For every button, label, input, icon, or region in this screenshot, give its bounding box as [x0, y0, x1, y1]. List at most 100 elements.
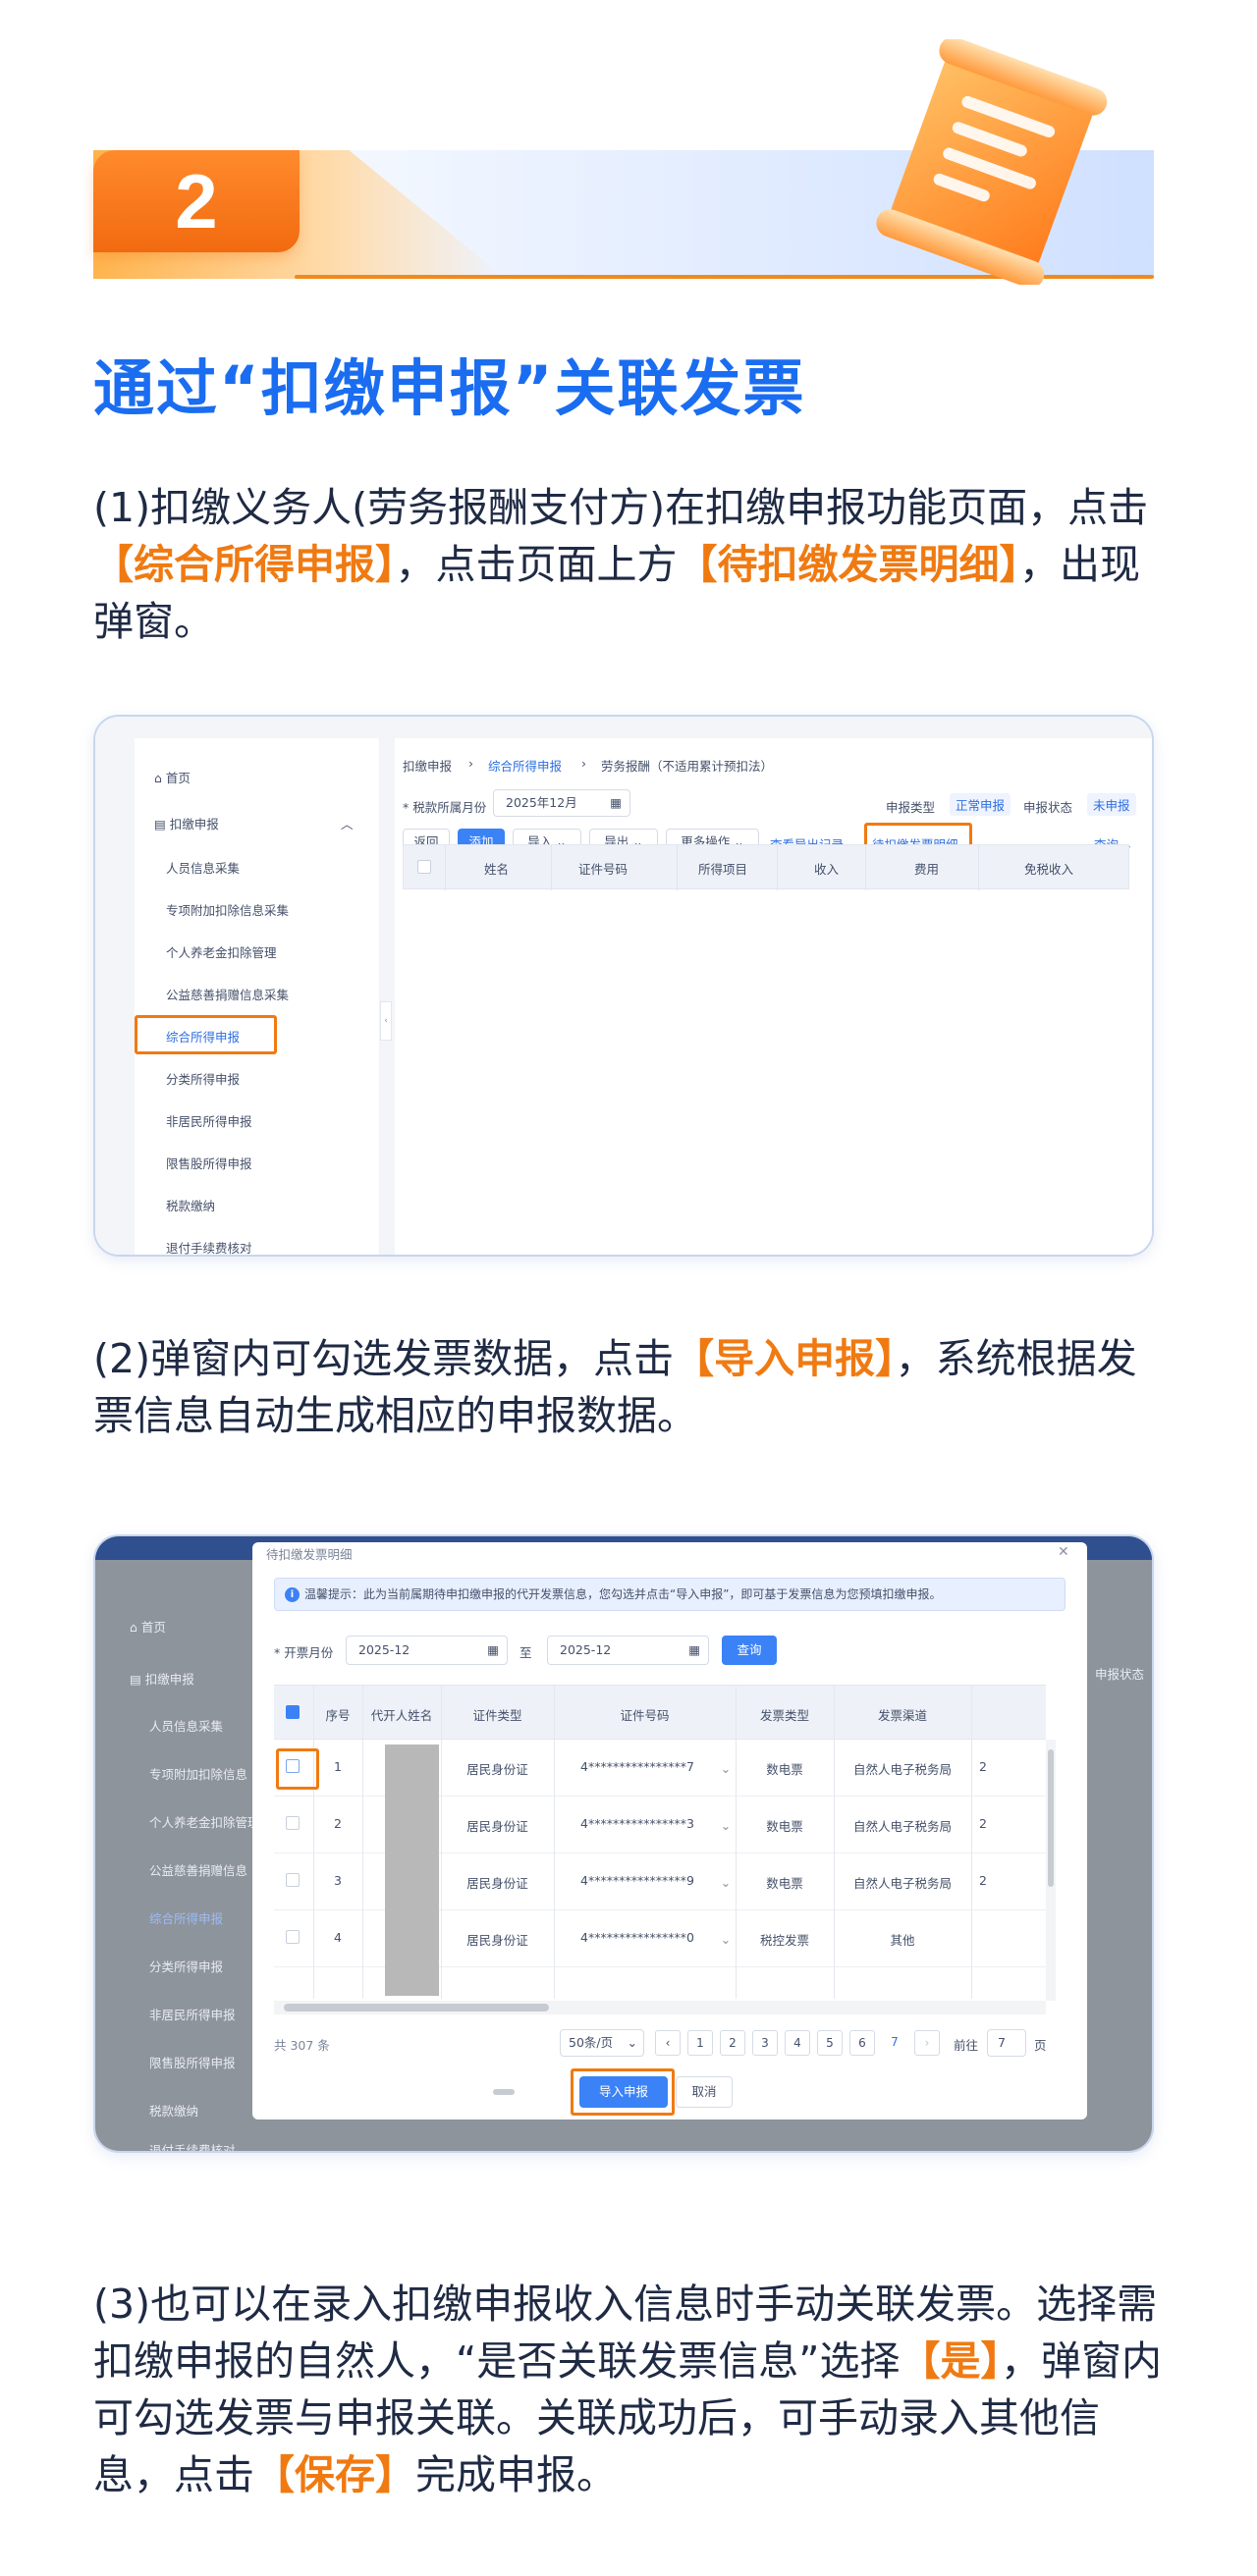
chevron-down-icon[interactable]: ⌄	[718, 1818, 734, 1833]
main-panel: 扣缴申报 › 综合所得申报 › 劳务报酬（不适用累计预扣法） * 税款所属月份 …	[395, 738, 1152, 1255]
page-button-current[interactable]: 7	[882, 2030, 907, 2056]
col-id-number: 证件号码	[620, 1708, 670, 1723]
col-id-type: 证件类型	[472, 1708, 522, 1723]
step1-part-c: ，点击页面上方	[395, 541, 678, 588]
declare-type-label: 申报类型	[886, 800, 936, 815]
sidebar-item-refund-check[interactable]: 退付手续费核对	[166, 1238, 252, 1255]
date-separator: 至	[519, 1645, 532, 1660]
page-button[interactable]: 6	[849, 2030, 875, 2056]
bg-sidebar-item: 人员信息采集	[149, 1719, 224, 1734]
screenshot-pending-invoice-modal: ⌂ 首页 ▤ 扣缴申报 人员信息采集 专项附加扣除信息 个人养老金扣除管理 公益…	[93, 1534, 1154, 2153]
sidebar-menu: ⌂ 首页 ▤ 扣缴申报 ︿ 人员信息采集 专项附加扣除信息采集 个人养老金扣除管…	[135, 738, 380, 1255]
page-button[interactable]: 4	[785, 2030, 810, 2056]
sidebar-item-classified[interactable]: 分类所得申报	[166, 1069, 240, 1088]
page-button[interactable]: 3	[752, 2030, 778, 2056]
screenshot-comprehensive-declaration: ⌂ 首页 ▤ 扣缴申报 ︿ 人员信息采集 专项附加扣除信息采集 个人养老金扣除管…	[93, 715, 1154, 1257]
page-button[interactable]: 2	[720, 2030, 745, 2056]
bg-sidebar-item: 综合所得申报	[149, 1911, 224, 1926]
select-all-checkbox[interactable]	[417, 860, 431, 874]
step3-hl-yes: 【是】	[900, 2337, 1001, 2385]
select-all-checkbox[interactable]	[286, 1705, 300, 1719]
highlight-box-row-checkbox	[276, 1748, 319, 1790]
row-channel: 其他	[890, 1933, 915, 1948]
row-id-type: 居民身份证	[466, 1876, 528, 1891]
sidebar-item-personnel[interactable]: 人员信息采集	[166, 858, 240, 877]
col-income-item: 所得项目	[698, 862, 748, 877]
section-header: 2	[0, 0, 1257, 295]
row-checkbox[interactable]	[286, 1873, 300, 1887]
total-count: 共 307 条	[274, 2038, 330, 2053]
row-id-type: 居民身份证	[466, 1933, 528, 1948]
step3-part-e: 完成申报。	[415, 2451, 617, 2498]
row-id-type: 居民身份证	[466, 1819, 528, 1834]
page-button[interactable]: 5	[817, 2030, 843, 2056]
row-invoice-type: 数电票	[766, 1876, 803, 1891]
drag-handle	[493, 2089, 515, 2095]
calendar-icon: ▦	[610, 795, 622, 810]
row-checkbox[interactable]	[286, 1816, 300, 1830]
bg-sidebar-item: 非居民所得申报	[149, 2008, 236, 2022]
bg-sidebar-home: ⌂ 首页	[130, 1620, 166, 1635]
redacted-names	[385, 1744, 439, 1996]
step2-part-a: (2)弹窗内可勾选发票数据，点击	[93, 1335, 675, 1382]
goto-unit: 页	[1034, 2038, 1047, 2053]
date-to-input[interactable]: 2025-12 ▦	[547, 1636, 709, 1665]
bg-sidebar-withholding: ▤ 扣缴申报	[130, 1672, 194, 1687]
bg-sidebar-item: 退付手续费核对	[149, 2143, 236, 2153]
step2-text: (2)弹窗内可勾选发票数据，点击【导入申报】，系统根据发票信息自动生成相应的申报…	[93, 1330, 1164, 1444]
sidebar-item-nonresident[interactable]: 非居民所得申报	[166, 1111, 252, 1130]
chevron-down-icon[interactable]: ⌄	[718, 1932, 734, 1947]
declare-status-value: 未申报	[1087, 793, 1136, 816]
sidebar-item-restricted-stock[interactable]: 限售股所得申报	[166, 1154, 252, 1172]
step-number-badge: 2	[93, 150, 300, 252]
tip-banner: i 温馨提示：此为当前属期待申扣缴申报的代开发票信息，您勾选并点击“导入申报”，…	[274, 1578, 1066, 1611]
date-label: * 开票月份	[274, 1645, 334, 1660]
bg-sidebar-item: 个人养老金扣除管理	[149, 1815, 260, 1830]
breadcrumb-sep: ›	[581, 756, 586, 771]
col-name: 姓名	[484, 862, 510, 877]
period-input[interactable]: 2025年12月 ▦	[493, 789, 630, 817]
row-channel: 自然人电子税务局	[852, 1762, 952, 1777]
sidebar-item-withholding[interactable]: ▤ 扣缴申报	[154, 814, 219, 832]
collapse-handle[interactable]: ‹	[380, 1001, 392, 1041]
vertical-scrollbar[interactable]	[1046, 1740, 1056, 2001]
col-id-number: 证件号码	[578, 862, 628, 877]
page-button[interactable]: 1	[687, 2030, 713, 2056]
col-agent-name: 代开人姓名	[370, 1708, 433, 1723]
breadcrumb-root[interactable]: 扣缴申报	[403, 756, 452, 775]
goto-page-input[interactable]: 7	[987, 2029, 1026, 2057]
invoice-table-header: 序号 代开人姓名 证件类型 证件号码 发票类型 发票渠道	[274, 1685, 1046, 1740]
calendar-icon: ▦	[487, 1642, 499, 1657]
close-icon[interactable]: ✕	[1058, 1544, 1069, 1560]
cancel-button[interactable]: 取消	[676, 2076, 733, 2108]
prev-page-button[interactable]: ‹	[655, 2030, 681, 2056]
page-size-select[interactable]: 50条/页 ⌄	[560, 2029, 644, 2057]
next-page-button[interactable]: ›	[914, 2030, 940, 2056]
col-expense: 费用	[914, 862, 940, 877]
col-income: 收入	[814, 862, 840, 877]
row-checkbox[interactable]	[286, 1930, 300, 1944]
row-extra: 2	[979, 1759, 987, 1774]
sidebar-item-pension[interactable]: 个人养老金扣除管理	[166, 942, 277, 961]
query-button[interactable]: 查询	[722, 1636, 777, 1665]
step2-hl-import: 【导入申报】	[674, 1335, 896, 1382]
sidebar-item-charity[interactable]: 公益慈善捐赠信息采集	[166, 985, 289, 1003]
row-no: 4	[334, 1930, 342, 1945]
step1-text: (1)扣缴义务人(劳务报酬支付方)在扣缴申报功能页面，点击【综合所得申报】，点击…	[93, 479, 1164, 650]
scroll-document-icon	[876, 39, 1108, 285]
col-invoice-channel: 发票渠道	[877, 1708, 927, 1723]
chevron-up-icon: ︿	[341, 817, 354, 832]
col-invoice-type: 发票类型	[759, 1708, 809, 1723]
row-invoice-type: 税控发票	[759, 1933, 809, 1948]
chevron-down-icon[interactable]: ⌄	[718, 1875, 734, 1890]
sidebar-item-special-deduction[interactable]: 专项附加扣除信息采集	[166, 900, 289, 919]
step1-hl-pending-invoice: 【待扣缴发票明细】	[677, 541, 1020, 588]
chevron-down-icon[interactable]: ⌄	[718, 1761, 734, 1776]
table-header: 姓名 证件号码 所得项目 收入 费用 免税收入	[403, 844, 1129, 890]
date-from-input[interactable]: 2025-12 ▦	[346, 1636, 508, 1665]
row-id-type: 居民身份证	[466, 1762, 528, 1777]
breadcrumb-comprehensive[interactable]: 综合所得申报	[488, 756, 562, 775]
sidebar-item-home[interactable]: ⌂ 首页	[154, 768, 191, 786]
horizontal-scrollbar[interactable]	[274, 2001, 1046, 2014]
sidebar-item-tax-payment[interactable]: 税款缴纳	[166, 1196, 215, 1214]
